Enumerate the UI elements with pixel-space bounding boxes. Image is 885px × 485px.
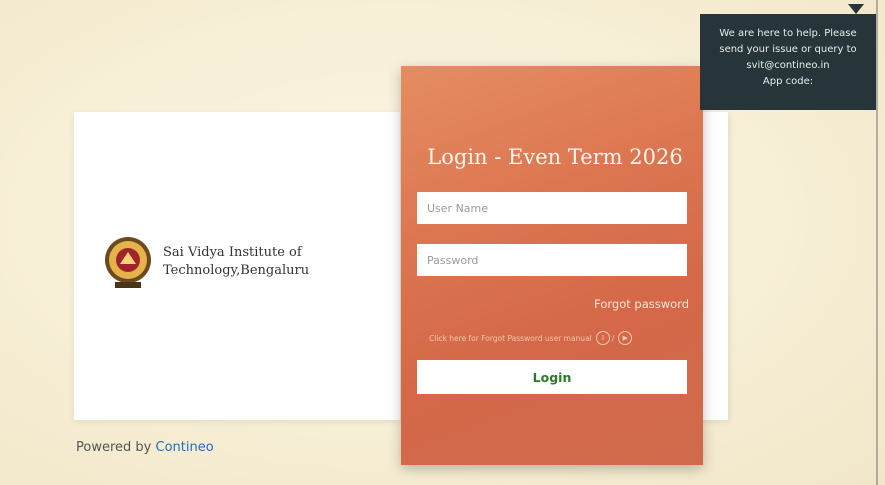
help-pointer-icon: [848, 4, 864, 14]
college-seal-icon: [105, 237, 151, 288]
play-icon[interactable]: ▶: [618, 331, 633, 345]
password-input[interactable]: [417, 244, 687, 276]
help-email[interactable]: svit@contineo.in: [700, 58, 876, 74]
powered-prefix: Powered by: [76, 440, 152, 455]
separator: /: [611, 333, 615, 343]
user-manual-text: Click here for Forgot Password user manu…: [429, 333, 592, 343]
powered-by: Powered by Contineo: [76, 440, 214, 455]
forgot-password-link[interactable]: Forgot password: [594, 297, 689, 311]
help-app-code: App code:: [762, 76, 814, 87]
login-button[interactable]: Login: [417, 360, 687, 394]
org-branding: Sai Vidya Institute of Technology,Bengal…: [103, 234, 309, 290]
org-name-line2: Technology,Bengaluru: [163, 263, 310, 278]
download-icon[interactable]: ⇩: [595, 331, 610, 345]
org-name-line1: Sai Vidya Institute of: [163, 245, 302, 260]
help-line1: We are here to help. Please: [719, 28, 857, 39]
login-title: Login - Even Term 2026: [427, 145, 683, 169]
help-line2: send your issue or query to: [719, 44, 857, 55]
user-manual-link[interactable]: Click here for Forgot Password user manu…: [429, 331, 633, 345]
help-tooltip: We are here to help. Please send your is…: [700, 14, 876, 110]
window-edge: [876, 0, 878, 485]
powered-brand-link[interactable]: Contineo: [156, 440, 214, 455]
login-panel: Login - Even Term 2026 Forgot password C…: [401, 66, 703, 465]
org-name: Sai Vidya Institute of Technology,Bengal…: [163, 244, 309, 280]
username-input[interactable]: [417, 192, 687, 224]
